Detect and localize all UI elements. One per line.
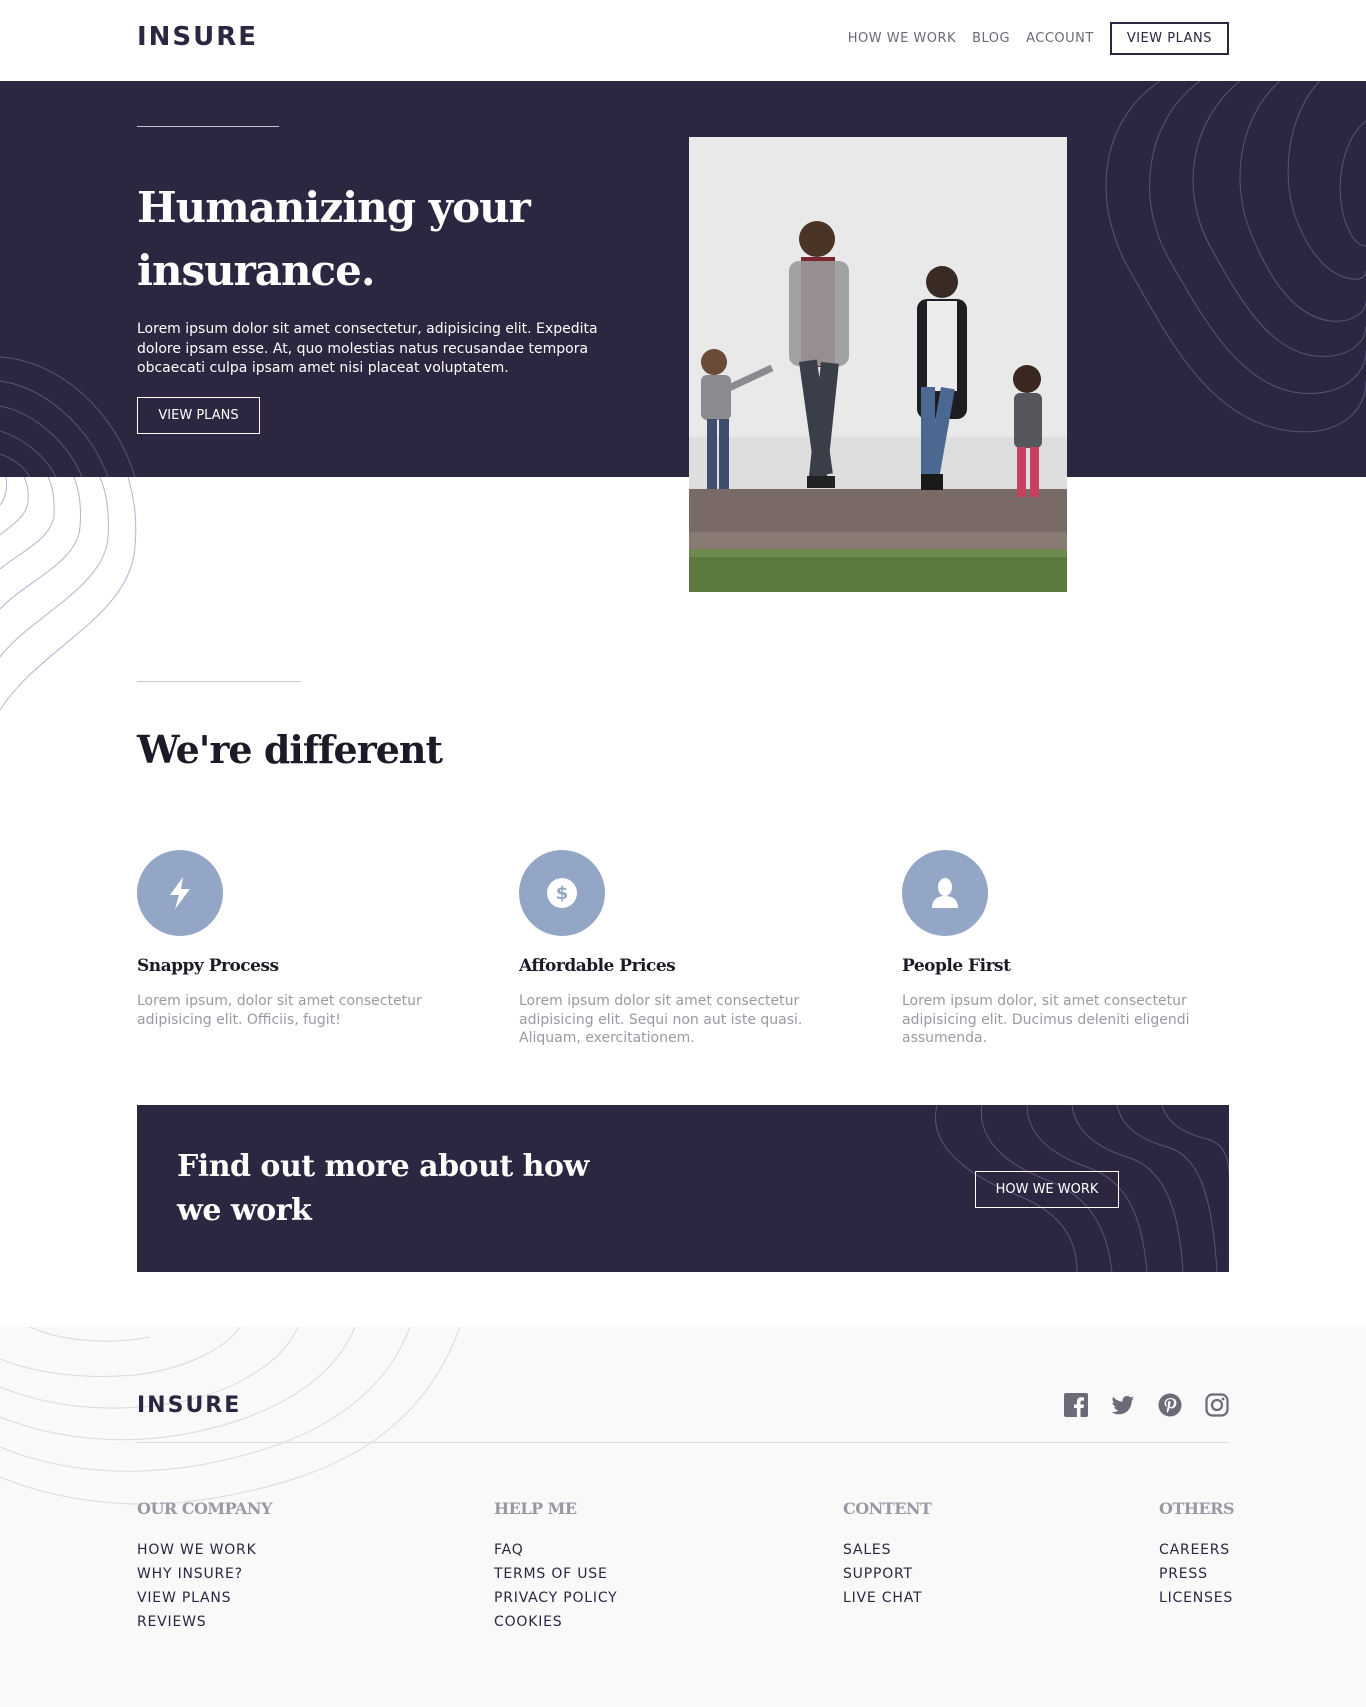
footer-link[interactable]: CAREERS (1159, 1538, 1234, 1562)
footer-link[interactable]: PRIVACY POLICY (494, 1586, 618, 1610)
footer-link[interactable]: LICENSES (1159, 1586, 1234, 1610)
contour-decoration (1105, 81, 1366, 433)
contour-decoration (0, 477, 137, 711)
contour-decoration (0, 356, 136, 477)
footer-column-title: OUR COMPANY (137, 1499, 272, 1518)
footer-column-content: CONTENT SALES SUPPORT LIVE CHAT (843, 1499, 932, 1610)
hero-description: Lorem ipsum dolor sit amet consectetur, … (137, 321, 598, 376)
feature-text: Lorem ipsum dolor, sit amet consectetur … (902, 993, 1190, 1046)
twitter-icon[interactable] (1111, 1393, 1135, 1417)
hero-section: Humanizing your insurance. Lorem ipsum d… (0, 81, 1366, 477)
footer-column-help-me: HELP ME FAQ TERMS OF USE PRIVACY POLICY … (494, 1499, 618, 1634)
instagram-icon[interactable] (1205, 1393, 1229, 1417)
site-footer: INSURE OUR COMPANY HOW WE WORK WHY INSUR… (0, 1327, 1366, 1707)
pinterest-icon[interactable] (1158, 1393, 1182, 1417)
footer-link[interactable]: HOW WE WORK (137, 1538, 272, 1562)
footer-link[interactable]: SALES (843, 1538, 931, 1562)
cta-banner: Find out more about how we work HOW WE W… (137, 1105, 1229, 1272)
footer-link[interactable]: COOKIES (494, 1610, 618, 1634)
facebook-icon[interactable] (1064, 1393, 1088, 1417)
footer-column-our-company: OUR COMPANY HOW WE WORK WHY INSURE? VIEW… (137, 1499, 272, 1634)
feature-snappy-process: Snappy Process Lorem ipsum, dolor sit am… (137, 850, 467, 1029)
social-links (1064, 1393, 1229, 1417)
dollar-icon: $ (519, 850, 605, 936)
feature-title: Affordable Prices (519, 956, 676, 976)
footer-link[interactable]: FAQ (494, 1538, 618, 1562)
cta-title: Find out more about how we work (177, 1149, 589, 1228)
footer-column-title: HELP ME (494, 1499, 577, 1518)
hero-family-image (689, 137, 1067, 592)
nav-blog[interactable]: BLOG (972, 31, 1010, 46)
feature-people-first: People First Lorem ipsum dolor, sit amet… (902, 850, 1232, 1048)
hero-title: Humanizing your insurance. (137, 183, 531, 295)
footer-link[interactable]: PRESS (1159, 1562, 1234, 1586)
footer-column-others: OTHERS CAREERS PRESS LICENSES (1159, 1499, 1235, 1610)
main-nav: HOW WE WORK BLOG ACCOUNT VIEW PLANS (832, 22, 1229, 55)
site-header: INSURE HOW WE WORK BLOG ACCOUNT VIEW PLA… (0, 0, 1366, 81)
lightning-icon (137, 850, 223, 936)
feature-title: Snappy Process (137, 956, 279, 976)
footer-logo[interactable]: INSURE (137, 1393, 241, 1418)
feature-affordable-prices: $ Affordable Prices Lorem ipsum dolor si… (519, 850, 849, 1048)
logo[interactable]: INSURE (137, 22, 258, 52)
contour-decoration (0, 1327, 461, 1505)
feature-text: Lorem ipsum dolor sit amet consectetur a… (519, 993, 803, 1046)
feature-title: People First (902, 956, 1011, 976)
different-title: We're different (137, 727, 443, 772)
footer-column-title: OTHERS (1159, 1499, 1235, 1518)
feature-text: Lorem ipsum, dolor sit amet consectetur … (137, 993, 422, 1028)
svg-text:$: $ (556, 883, 569, 904)
hero-divider (137, 126, 279, 127)
hero-view-plans-button[interactable]: VIEW PLANS (137, 397, 260, 434)
footer-column-title: CONTENT (843, 1499, 932, 1518)
nav-account[interactable]: ACCOUNT (1026, 31, 1094, 46)
footer-link[interactable]: VIEW PLANS (137, 1586, 272, 1610)
footer-divider (137, 1442, 1229, 1443)
person-icon (902, 850, 988, 936)
nav-how-we-work[interactable]: HOW WE WORK (848, 31, 956, 46)
footer-link[interactable]: SUPPORT (843, 1562, 931, 1586)
how-we-work-button[interactable]: HOW WE WORK (975, 1171, 1119, 1208)
footer-link[interactable]: WHY INSURE? (137, 1562, 272, 1586)
section-divider (137, 681, 301, 682)
footer-link[interactable]: LIVE CHAT (843, 1586, 931, 1610)
view-plans-button[interactable]: VIEW PLANS (1109, 22, 1229, 55)
footer-link[interactable]: REVIEWS (137, 1610, 272, 1634)
footer-link[interactable]: TERMS OF USE (494, 1562, 618, 1586)
